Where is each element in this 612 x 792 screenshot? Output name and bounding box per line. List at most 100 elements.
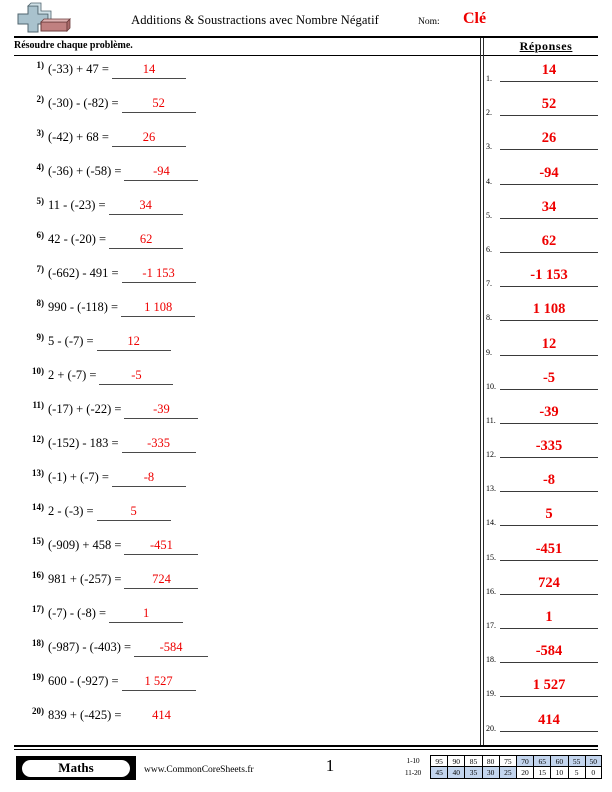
problem-row: 17) (-7) - (-8) = 1 <box>0 602 470 636</box>
answer-key-value[interactable]: 12 <box>500 335 598 356</box>
grading-scale-cell: 20 <box>515 767 534 779</box>
answer-key-value[interactable]: 5 <box>500 505 598 527</box>
grading-scale-cell: 65 <box>533 755 551 767</box>
answer-key-value[interactable]: 1 527 <box>500 676 598 698</box>
answer-key-value[interactable]: -8 <box>500 471 598 493</box>
answer-key-value[interactable]: 34 <box>500 198 598 219</box>
problem-answer-blank[interactable]: 62 <box>109 232 184 249</box>
grading-scale-cell: 70 <box>515 755 534 767</box>
problem-number: 20) <box>32 706 44 716</box>
grading-scale-cell: 15 <box>533 767 551 779</box>
answers-column-heading: Réponses <box>519 39 573 53</box>
grading-scale-cell: 60 <box>550 755 568 767</box>
problem-answer-blank[interactable]: 12 <box>96 334 171 351</box>
answer-key-row: 6. 62 <box>486 231 606 265</box>
problem-answer-blank[interactable]: -8 <box>111 470 186 487</box>
answer-key-row: 14. 5 <box>486 504 606 538</box>
problem-number: 1) <box>36 60 45 70</box>
answer-key-value[interactable]: 724 <box>500 574 598 595</box>
answer-key-number: 8. <box>486 313 492 323</box>
problem-body: (-33) + 47 = 14 <box>48 62 186 79</box>
problem-answer-blank[interactable]: 724 <box>124 572 199 589</box>
problem-expression: 2 + (-7) = <box>48 368 97 382</box>
answer-key-number: 5. <box>486 210 492 220</box>
answer-key-value[interactable]: -1 153 <box>500 266 598 288</box>
answer-key-value[interactable]: 52 <box>500 95 598 117</box>
answer-key-value[interactable]: 414 <box>500 711 598 732</box>
answer-key-number: 6. <box>486 244 492 254</box>
answer-key-row: 13. -8 <box>486 470 606 504</box>
problem-expression: (-662) - 491 = <box>48 266 119 280</box>
answer-key-value[interactable]: -451 <box>500 540 598 561</box>
problem-answer-blank[interactable]: 1 527 <box>121 674 196 691</box>
grading-scale-cell: 30 <box>481 767 499 779</box>
problem-row: 18) (-987) - (-403) = -584 <box>0 636 470 670</box>
problem-answer-blank[interactable]: 26 <box>111 130 186 147</box>
name-value[interactable]: Clé <box>463 10 486 28</box>
problem-expression: (-17) + (-22) = <box>48 402 122 416</box>
problem-number: 6) <box>36 230 45 240</box>
problem-expression: (-987) - (-403) = <box>48 640 132 654</box>
answer-key-row: 5. 34 <box>486 197 606 231</box>
answer-key-value[interactable]: -335 <box>500 437 598 459</box>
problem-number: 14) <box>32 502 44 512</box>
answer-key-value[interactable]: 62 <box>500 232 598 253</box>
problem-expression: 11 - (-23) = <box>48 198 106 212</box>
problem-answer-blank[interactable]: -1 153 <box>121 266 196 283</box>
answer-key-value[interactable]: -5 <box>500 369 598 390</box>
grading-scale-cell: 50 <box>584 755 602 767</box>
answer-key-row: 1. 14 <box>486 60 606 94</box>
problem-row: 13) (-1) + (-7) = -8 <box>0 466 470 500</box>
answer-key-value[interactable]: 26 <box>500 129 598 151</box>
problem-answer-blank[interactable]: 52 <box>121 96 196 113</box>
answer-key-value[interactable]: -39 <box>500 403 598 424</box>
answer-key-value[interactable]: 14 <box>500 61 598 82</box>
answer-key-value[interactable]: 1 <box>500 608 598 629</box>
answer-key-number: 1. <box>486 74 492 83</box>
problem-number: 12) <box>32 434 44 444</box>
answer-key-row: 16. 724 <box>486 573 606 607</box>
problem-row: 9) 5 - (-7) = 12 <box>0 330 470 364</box>
answer-key-value[interactable]: -94 <box>500 164 598 185</box>
problem-answer-blank[interactable]: 1 <box>109 606 184 623</box>
answer-key-value[interactable]: 1 108 <box>500 300 598 322</box>
problem-number: 15) <box>32 536 44 546</box>
problem-answer-blank[interactable]: -451 <box>124 538 199 555</box>
problem-row: 15) (-909) + 458 = -451 <box>0 534 470 568</box>
problem-answer-blank[interactable]: 14 <box>111 62 186 79</box>
answer-key-number: 2. <box>486 108 492 118</box>
instruction-text: Résoudre chaque problème. <box>14 40 133 51</box>
problem-answer-blank[interactable]: 34 <box>108 198 183 215</box>
problem-expression: (-152) - 183 = <box>48 436 119 450</box>
answer-key-row: 10. -5 <box>486 368 606 402</box>
problem-number: 17) <box>32 604 44 614</box>
answer-key-row: 15. -451 <box>486 539 606 573</box>
answer-key-number: 7. <box>486 279 492 289</box>
problem-number: 10) <box>32 366 44 376</box>
answer-key-value[interactable]: -584 <box>500 642 598 664</box>
problem-number: 11) <box>32 400 44 410</box>
problem-body: (-987) - (-403) = -584 <box>48 640 209 657</box>
problem-expression: 839 + (-425) = <box>48 708 122 722</box>
problem-answer-blank[interactable]: -584 <box>134 640 209 657</box>
worksheet-title: Additions & Soustractions avec Nombre Né… <box>131 13 379 27</box>
problem-answer-blank[interactable]: -5 <box>99 368 174 385</box>
problem-expression: 981 + (-257) = <box>48 572 122 586</box>
problem-answer-blank[interactable]: 5 <box>96 504 171 521</box>
answer-key-row: 4. -94 <box>486 163 606 197</box>
problem-expression: (-909) + 458 = <box>48 538 122 552</box>
problem-answer-blank[interactable]: -335 <box>121 436 196 453</box>
problem-answer-blank[interactable]: -94 <box>124 164 199 181</box>
answer-key-row: 18. -584 <box>486 641 606 675</box>
problem-expression: (-7) - (-8) = <box>48 606 107 620</box>
problem-row: 1) (-33) + 47 = 14 <box>0 58 470 92</box>
problem-answer-blank[interactable]: 1 108 <box>121 300 196 317</box>
problem-row: 20) 839 + (-425) = 414 <box>0 704 470 738</box>
page-number: 1 <box>325 756 335 775</box>
grading-scale-cell: 80 <box>481 755 499 767</box>
site-url[interactable]: www.CommonCoreSheets.fr <box>144 765 254 775</box>
problem-answer-blank[interactable]: -39 <box>124 402 199 419</box>
problem-answer-blank[interactable]: 414 <box>124 708 198 724</box>
problem-row: 12) (-152) - 183 = -335 <box>0 432 470 466</box>
answer-key-row: 11. -39 <box>486 402 606 436</box>
